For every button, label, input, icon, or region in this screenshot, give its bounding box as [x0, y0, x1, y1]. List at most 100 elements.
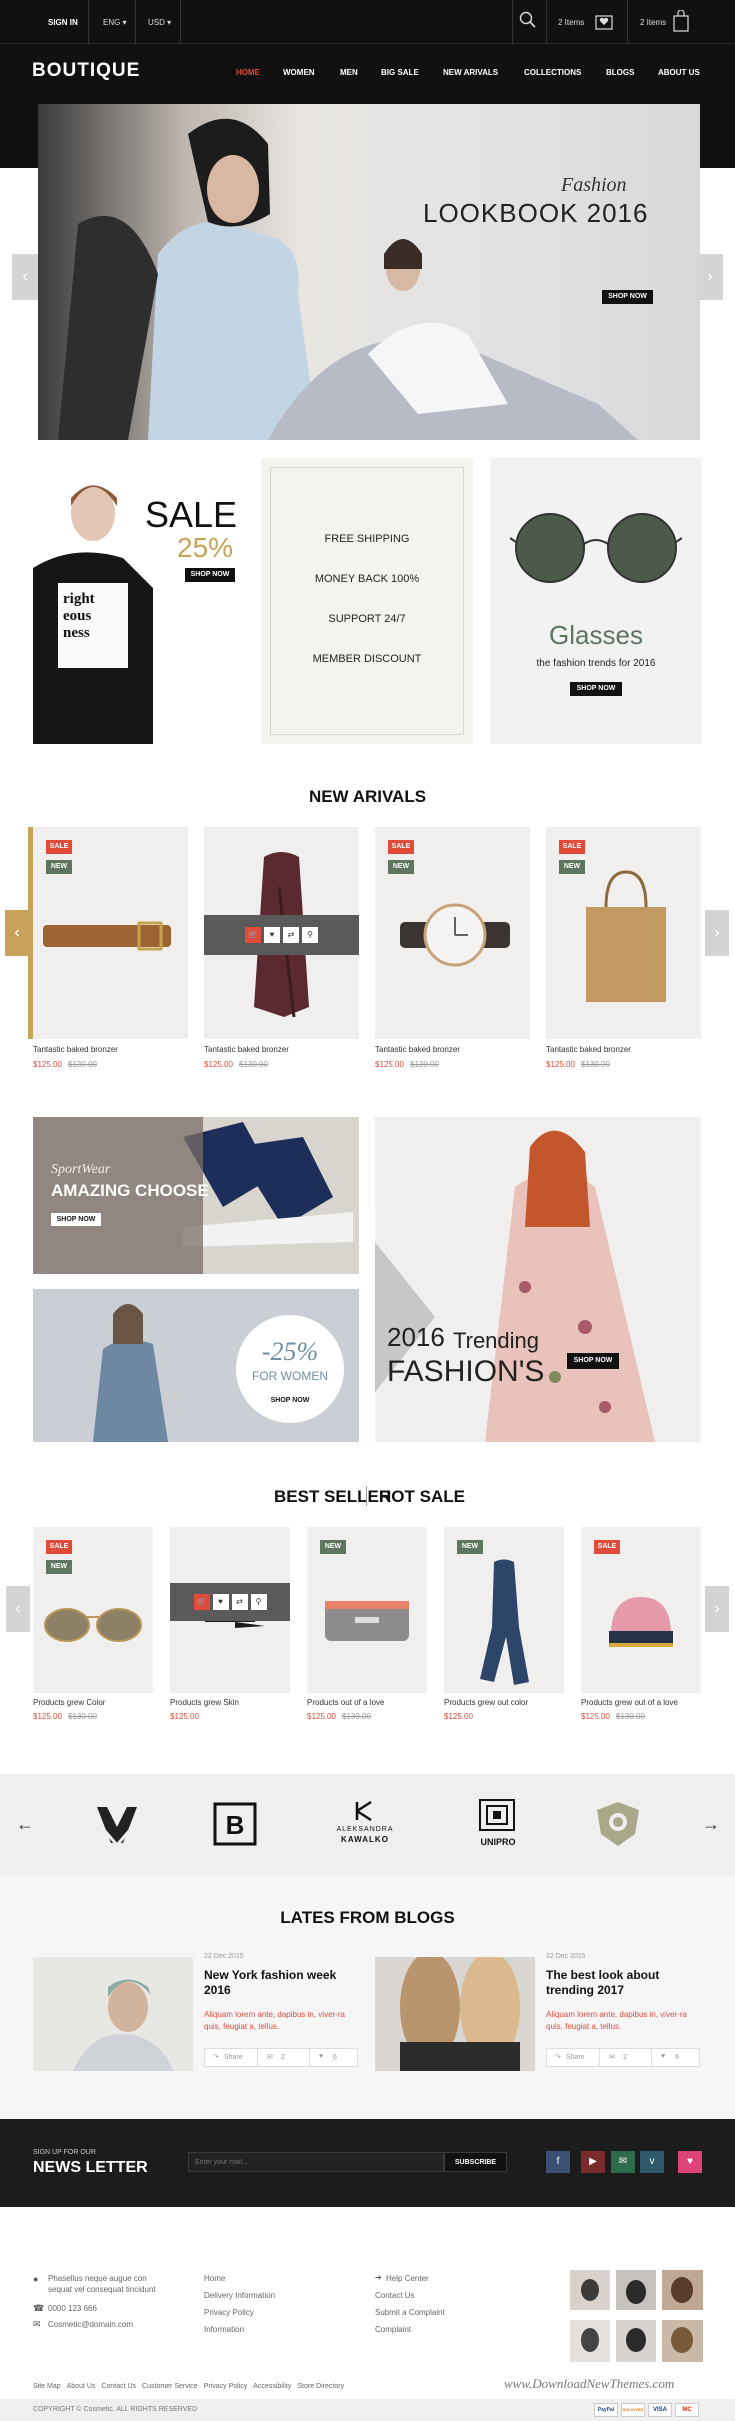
product-card[interactable]: NEW	[444, 1527, 564, 1693]
footer-link-home[interactable]: Home	[204, 2274, 225, 2283]
nav-new-arivals[interactable]: NEW ARIVALS	[443, 68, 498, 77]
like-heart-icon[interactable]: ♥	[319, 2053, 323, 2060]
bottom-link-about[interactable]: About Us	[67, 2383, 96, 2390]
subscribe-button[interactable]: SUBSCRIBE	[444, 2152, 507, 2172]
product-name[interactable]: Products grew Skin	[170, 1698, 239, 1707]
brand-logo-b[interactable]: B	[213, 1802, 257, 1846]
youtube-icon[interactable]: ▶	[581, 2151, 605, 2173]
hero-next-arrow[interactable]: ›	[697, 254, 723, 300]
blog-title[interactable]: The best look about trending 2017	[546, 1968, 696, 1998]
sign-in-link[interactable]: SIGN IN	[48, 18, 78, 27]
product-card[interactable]: NEW	[307, 1527, 427, 1693]
product-card[interactable]: 🛒 ♥ ⇄ ⚲	[170, 1527, 290, 1693]
email-icon[interactable]: ✉	[611, 2151, 635, 2173]
currency-select[interactable]: USD ▾	[148, 18, 171, 27]
product-card[interactable]: SALE NEW	[546, 827, 701, 1039]
heart-social-icon[interactable]: ♥	[678, 2151, 702, 2173]
add-to-cart-icon[interactable]: 🛒	[245, 927, 261, 943]
newsletter-email-input[interactable]	[188, 2152, 444, 2172]
tab-best-seller[interactable]: BEST SELLER	[274, 1487, 391, 1507]
wishlist-count[interactable]: 2 Items	[558, 18, 584, 27]
women-shop-now-button[interactable]: SHOP NOW	[236, 1397, 344, 1404]
footer-link-delivery[interactable]: Delivery Information	[204, 2291, 275, 2300]
product-card[interactable]: 🛒 ♥ ⇄ ⚲	[204, 827, 359, 1039]
footer-link-complaint[interactable]: Complaint	[375, 2325, 411, 2334]
product-card[interactable]: SALE	[581, 1527, 701, 1693]
comment-icon[interactable]: ✉	[609, 2053, 615, 2061]
brands-next-arrow-icon[interactable]: →	[702, 1814, 720, 1835]
shopping-bag-icon[interactable]	[673, 9, 689, 32]
nav-collections[interactable]: COLLECTIONS	[524, 68, 581, 77]
nav-home[interactable]: HOME	[236, 68, 260, 77]
product-name[interactable]: Tantastic baked bronzer	[546, 1045, 631, 1054]
brands-prev-arrow-icon[interactable]: ←	[16, 1814, 34, 1835]
facebook-icon[interactable]: f	[546, 2151, 570, 2173]
product-name[interactable]: Tantastic baked bronzer	[375, 1045, 460, 1054]
bottom-link-contact[interactable]: Contact Us	[101, 2383, 136, 2390]
blog-title[interactable]: New York fashion week 2016	[204, 1968, 354, 1998]
bottom-link-privacy[interactable]: Privacy Policy	[204, 2383, 248, 2390]
brand-logo-k-mark[interactable]	[353, 1800, 377, 1822]
best-seller-next-arrow[interactable]: ›	[705, 1586, 729, 1632]
blog-image-two-women[interactable]	[375, 1957, 535, 2071]
instagram-thumbnails[interactable]	[570, 2270, 703, 2362]
product-name[interactable]: Products grew out color	[444, 1698, 528, 1707]
hero-prev-arrow[interactable]: ‹	[12, 254, 38, 300]
bottom-link-customer-service[interactable]: Customer Service	[142, 2383, 198, 2390]
search-icon[interactable]	[519, 11, 536, 28]
brand-logo-lion-shield[interactable]	[593, 1800, 643, 1848]
glasses-banner[interactable]: Glasses the fashion trends for 2016 SHOP…	[490, 458, 702, 744]
add-to-cart-icon[interactable]: 🛒	[193, 1594, 210, 1610]
share-icon[interactable]: ↷	[213, 2053, 219, 2061]
like-heart-icon[interactable]: ♥	[661, 2053, 665, 2060]
sportwear-shop-now-button[interactable]: SHOP NOW	[51, 1213, 101, 1226]
product-card[interactable]: SALE NEW	[33, 1527, 153, 1693]
nav-about-us[interactable]: ABOUT US	[658, 68, 700, 77]
product-card[interactable]: SALE NEW	[33, 827, 188, 1039]
nav-men[interactable]: MEN	[340, 68, 358, 77]
footer-link-help-center[interactable]: Help Center	[386, 2274, 429, 2283]
cart-count[interactable]: 2 Items	[640, 18, 666, 27]
wishlist-heart-icon[interactable]: ♥	[212, 1594, 229, 1610]
new-arrivals-prev-arrow[interactable]: ‹	[5, 910, 29, 956]
product-name[interactable]: Products grew Color	[33, 1698, 105, 1707]
share-link[interactable]: Share	[566, 2054, 585, 2061]
share-link[interactable]: Share	[224, 2054, 243, 2061]
language-select[interactable]: ENG ▾	[103, 18, 127, 27]
share-icon[interactable]: ↷	[555, 2053, 561, 2061]
logo[interactable]: BOUTIQUE	[32, 60, 140, 82]
bottom-link-site-map[interactable]: Site Map	[33, 2383, 61, 2390]
sale-banner[interactable]: right eous ness SALE 25% SHOP NOW	[33, 458, 245, 744]
best-seller-prev-arrow[interactable]: ‹	[6, 1586, 30, 1632]
glasses-shop-now-button[interactable]: SHOP NOW	[570, 682, 622, 696]
hero-shop-now-button[interactable]: SHOP NOW	[602, 290, 653, 304]
footer-link-information[interactable]: Information	[204, 2325, 244, 2334]
quick-view-search-icon[interactable]: ⚲	[250, 1594, 267, 1610]
tab-hot-sale[interactable]: HOT SALE	[379, 1487, 465, 1507]
bottom-link-store-directory[interactable]: Store Directory	[297, 2383, 344, 2390]
brand-logo-monogram[interactable]	[93, 1801, 141, 1849]
nav-big-sale[interactable]: BIG SALE	[381, 68, 419, 77]
women-discount-banner[interactable]: -25% FOR WOMEN SHOP NOW	[33, 1289, 359, 1442]
quick-view-search-icon[interactable]: ⚲	[302, 927, 318, 943]
footer-link-privacy[interactable]: Privacy Policy	[204, 2308, 254, 2317]
blog-image-man[interactable]	[33, 1957, 193, 2071]
wishlist-heart-icon[interactable]: ♥	[264, 927, 280, 943]
heart-box-icon[interactable]	[594, 11, 614, 31]
nav-blogs[interactable]: BLOGS	[606, 68, 634, 77]
footer-link-submit-complaint[interactable]: Submit a Complaint	[375, 2308, 445, 2317]
bottom-link-accessibility[interactable]: Accessibility	[253, 2383, 291, 2390]
footer-email[interactable]: Cosmetic@domain.com	[48, 2320, 133, 2329]
comment-icon[interactable]: ✉	[267, 2053, 273, 2061]
brand-logo-unipro-mark[interactable]	[478, 1798, 518, 1834]
vimeo-icon[interactable]: v	[640, 2151, 664, 2173]
footer-link-contact[interactable]: Contact Us	[375, 2291, 415, 2300]
product-name[interactable]: Products out of a love	[307, 1698, 384, 1707]
product-name[interactable]: Tantastic baked bronzer	[33, 1045, 118, 1054]
product-name[interactable]: Products grew out of a love	[581, 1698, 678, 1707]
sale-shop-now-button[interactable]: SHOP NOW	[185, 568, 235, 582]
new-arrivals-next-arrow[interactable]: ›	[705, 910, 729, 956]
product-card[interactable]: SALE NEW	[375, 827, 530, 1039]
nav-women[interactable]: WOMEN	[283, 68, 315, 77]
product-name[interactable]: Tantastic baked bronzer	[204, 1045, 289, 1054]
